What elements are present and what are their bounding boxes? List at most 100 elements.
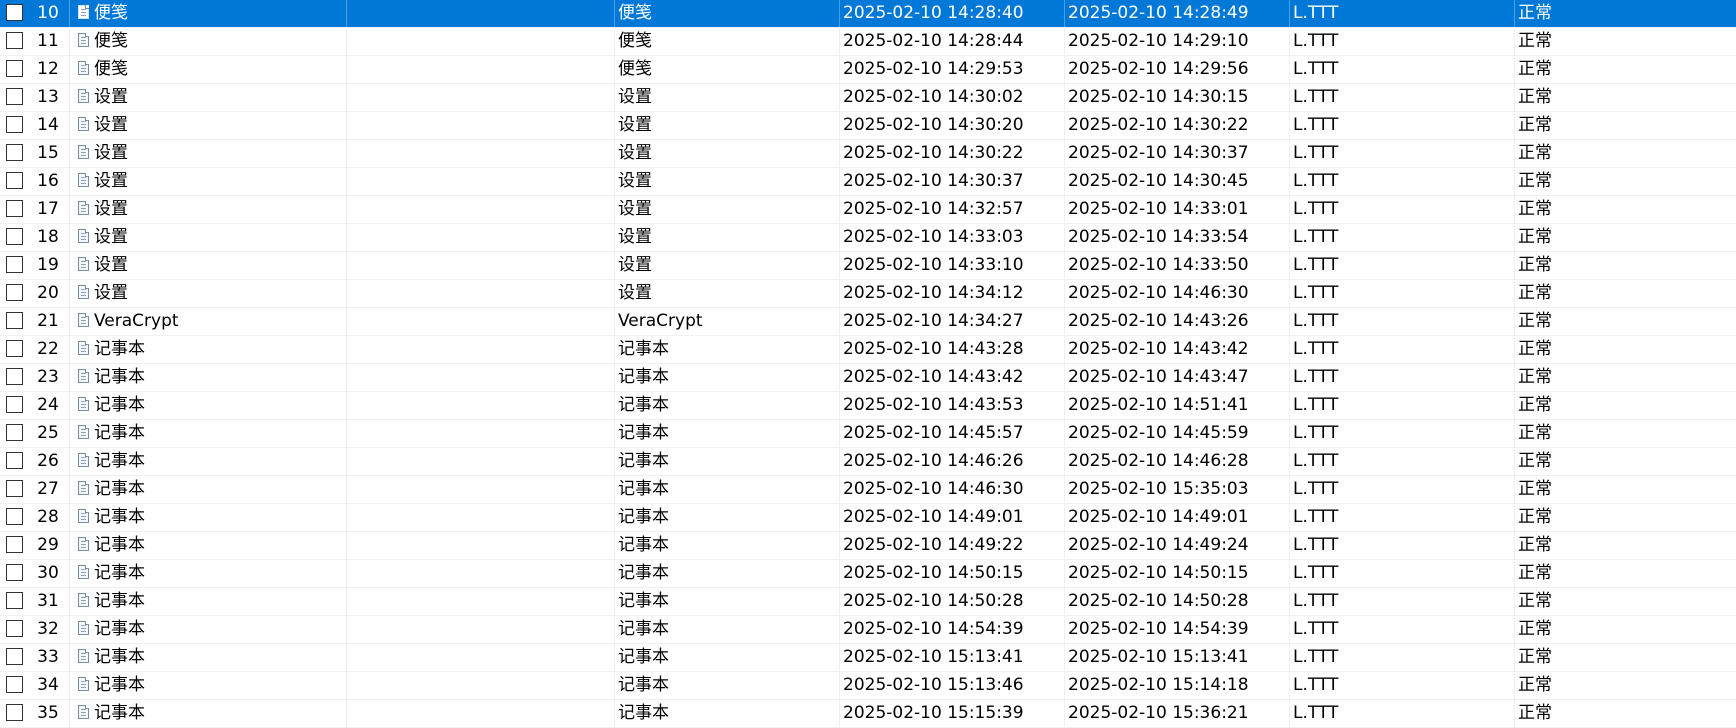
list-row[interactable]: 24 记事本 记事本 2025-02-10 14:43:53 2025-02-1… xyxy=(0,392,1736,420)
end-time: 2025-02-10 14:50:28 xyxy=(1068,591,1249,611)
row-checkbox[interactable] xyxy=(6,592,23,609)
start-time: 2025-02-10 14:46:26 xyxy=(843,451,1024,471)
list-row[interactable]: 31 记事本 记事本 2025-02-10 14:50:28 2025-02-1… xyxy=(0,588,1736,616)
row-checkbox[interactable] xyxy=(6,564,23,581)
document-icon xyxy=(78,313,89,327)
row-checkbox[interactable] xyxy=(6,312,23,329)
document-icon xyxy=(78,425,89,439)
row-number: 34 xyxy=(37,675,59,695)
row-checkbox[interactable] xyxy=(6,620,23,637)
status-text: 正常 xyxy=(1518,479,1552,499)
status-text: 正常 xyxy=(1518,591,1552,611)
row-number: 24 xyxy=(37,395,59,415)
process-name: 记事本 xyxy=(618,423,669,443)
user-name: L.TTT xyxy=(1293,647,1339,667)
user-name: L.TTT xyxy=(1293,283,1339,303)
list-row[interactable]: 10 便笺 便笺 2025-02-10 14:28:40 2025-02-10 … xyxy=(0,0,1736,28)
row-checkbox[interactable] xyxy=(6,32,23,49)
row-checkbox[interactable] xyxy=(6,536,23,553)
document-icon xyxy=(78,565,89,579)
row-checkbox[interactable] xyxy=(6,60,23,77)
list-row[interactable]: 34 记事本 记事本 2025-02-10 15:13:46 2025-02-1… xyxy=(0,672,1736,700)
document-icon xyxy=(78,509,89,523)
row-checkbox-cell xyxy=(4,448,26,475)
list-row[interactable]: 33 记事本 记事本 2025-02-10 15:13:41 2025-02-1… xyxy=(0,644,1736,672)
list-row[interactable]: 20 设置 设置 2025-02-10 14:34:12 2025-02-10 … xyxy=(0,280,1736,308)
user-name: L.TTT xyxy=(1293,339,1339,359)
row-checkbox-cell xyxy=(4,644,26,671)
end-time: 2025-02-10 14:43:42 xyxy=(1068,339,1249,359)
row-checkbox[interactable] xyxy=(6,508,23,525)
window-name: 记事本 xyxy=(94,479,145,499)
row-checkbox[interactable] xyxy=(6,144,23,161)
user-name: L.TTT xyxy=(1293,423,1339,443)
end-time: 2025-02-10 14:50:15 xyxy=(1068,563,1249,583)
end-time: 2025-02-10 14:30:15 xyxy=(1068,87,1249,107)
row-checkbox[interactable] xyxy=(6,424,23,441)
list-row[interactable]: 11 便笺 便笺 2025-02-10 14:28:44 2025-02-10 … xyxy=(0,28,1736,56)
list-row[interactable]: 18 设置 设置 2025-02-10 14:33:03 2025-02-10 … xyxy=(0,224,1736,252)
row-checkbox-cell xyxy=(4,252,26,279)
document-icon xyxy=(78,369,89,383)
window-name: 记事本 xyxy=(94,507,145,527)
list-row[interactable]: 16 设置 设置 2025-02-10 14:30:37 2025-02-10 … xyxy=(0,168,1736,196)
end-time: 2025-02-10 14:28:49 xyxy=(1068,3,1249,23)
list-row[interactable]: 15 设置 设置 2025-02-10 14:30:22 2025-02-10 … xyxy=(0,140,1736,168)
list-row[interactable]: 13 设置 设置 2025-02-10 14:30:02 2025-02-10 … xyxy=(0,84,1736,112)
row-checkbox[interactable] xyxy=(6,4,23,21)
list-row[interactable]: 23 记事本 记事本 2025-02-10 14:43:42 2025-02-1… xyxy=(0,364,1736,392)
row-checkbox[interactable] xyxy=(6,256,23,273)
window-name: 设置 xyxy=(94,283,128,303)
list-row[interactable]: 29 记事本 记事本 2025-02-10 14:49:22 2025-02-1… xyxy=(0,532,1736,560)
row-checkbox[interactable] xyxy=(6,340,23,357)
list-row[interactable]: 27 记事本 记事本 2025-02-10 14:46:30 2025-02-1… xyxy=(0,476,1736,504)
list-row[interactable]: 22 记事本 记事本 2025-02-10 14:43:28 2025-02-1… xyxy=(0,336,1736,364)
window-name: 便笺 xyxy=(94,31,128,51)
status-text: 正常 xyxy=(1518,87,1552,107)
row-checkbox[interactable] xyxy=(6,228,23,245)
list-row[interactable]: 28 记事本 记事本 2025-02-10 14:49:01 2025-02-1… xyxy=(0,504,1736,532)
row-checkbox[interactable] xyxy=(6,200,23,217)
list-row[interactable]: 14 设置 设置 2025-02-10 14:30:20 2025-02-10 … xyxy=(0,112,1736,140)
status-text: 正常 xyxy=(1518,451,1552,471)
list-row[interactable]: 26 记事本 记事本 2025-02-10 14:46:26 2025-02-1… xyxy=(0,448,1736,476)
user-name: L.TTT xyxy=(1293,227,1339,247)
row-checkbox-cell xyxy=(4,28,26,55)
list-row[interactable]: 30 记事本 记事本 2025-02-10 14:50:15 2025-02-1… xyxy=(0,560,1736,588)
document-icon xyxy=(78,453,89,467)
status-text: 正常 xyxy=(1518,171,1552,191)
row-number: 28 xyxy=(37,507,59,527)
row-checkbox[interactable] xyxy=(6,396,23,413)
row-checkbox[interactable] xyxy=(6,648,23,665)
row-checkbox-cell xyxy=(4,616,26,643)
window-name: 设置 xyxy=(94,143,128,163)
activity-list: 10 便笺 便笺 2025-02-10 14:28:40 2025-02-10 … xyxy=(0,0,1736,728)
list-row[interactable]: 12 便笺 便笺 2025-02-10 14:29:53 2025-02-10 … xyxy=(0,56,1736,84)
user-name: L.TTT xyxy=(1293,31,1339,51)
list-row[interactable]: 19 设置 设置 2025-02-10 14:33:10 2025-02-10 … xyxy=(0,252,1736,280)
row-checkbox[interactable] xyxy=(6,480,23,497)
list-row[interactable]: 35 记事本 记事本 2025-02-10 15:15:39 2025-02-1… xyxy=(0,700,1736,728)
status-text: 正常 xyxy=(1518,395,1552,415)
row-checkbox[interactable] xyxy=(6,88,23,105)
list-row[interactable]: 32 记事本 记事本 2025-02-10 14:54:39 2025-02-1… xyxy=(0,616,1736,644)
row-checkbox[interactable] xyxy=(6,704,23,721)
document-icon xyxy=(78,33,89,47)
row-checkbox-cell xyxy=(4,588,26,615)
row-checkbox-cell xyxy=(4,168,26,195)
list-row[interactable]: 25 记事本 记事本 2025-02-10 14:45:57 2025-02-1… xyxy=(0,420,1736,448)
row-checkbox[interactable] xyxy=(6,676,23,693)
row-checkbox[interactable] xyxy=(6,368,23,385)
row-checkbox[interactable] xyxy=(6,116,23,133)
window-name-cell: 记事本 xyxy=(78,644,340,671)
document-icon xyxy=(78,61,89,75)
list-row[interactable]: 21 VeraCrypt VeraCrypt 2025-02-10 14:34:… xyxy=(0,308,1736,336)
row-number: 17 xyxy=(37,199,59,219)
user-name: L.TTT xyxy=(1293,87,1339,107)
row-checkbox[interactable] xyxy=(6,284,23,301)
row-checkbox[interactable] xyxy=(6,452,23,469)
list-row[interactable]: 17 设置 设置 2025-02-10 14:32:57 2025-02-10 … xyxy=(0,196,1736,224)
status-text: 正常 xyxy=(1518,535,1552,555)
row-checkbox[interactable] xyxy=(6,172,23,189)
window-name-cell: 便笺 xyxy=(78,56,340,83)
